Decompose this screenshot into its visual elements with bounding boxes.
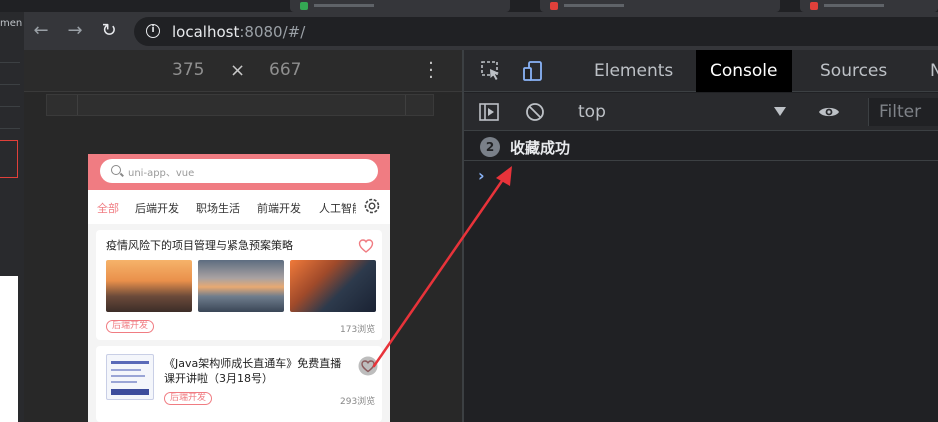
category-tab-career[interactable]: 职场生活: [196, 200, 240, 216]
inspect-element-icon[interactable]: [480, 60, 502, 82]
article-thumbnail-laptop: [290, 260, 376, 312]
doc-favicon-icon: [550, 2, 558, 10]
dimension-separator: ×: [230, 60, 246, 81]
article-feed: 疫情风险下的项目管理与紧急预案策略 后端开发 173浏览 《Java架构师成长直…: [88, 224, 390, 422]
tab-sources[interactable]: Sources: [806, 50, 901, 92]
address-bar: ← → ↻ i localhost:8080/#/: [0, 12, 938, 50]
background-window: men: [0, 12, 24, 422]
article-title: 疫情风险下的项目管理与紧急预案策略: [106, 239, 293, 252]
article-thumbnail-sunset: [198, 260, 284, 312]
article-views: 173浏览: [340, 325, 376, 335]
forward-arrow-icon[interactable]: →: [64, 20, 86, 42]
background-window-text: men: [0, 18, 23, 29]
url-text: localhost:8080/#/: [172, 23, 306, 41]
search-placeholder: uni-app、vue: [128, 168, 195, 179]
reload-icon[interactable]: ↻: [98, 20, 120, 42]
doc-favicon-icon: [810, 2, 818, 10]
gear-icon[interactable]: [362, 196, 382, 216]
search-icon: [111, 165, 121, 175]
context-selector[interactable]: top: [578, 102, 606, 122]
log-message: 收藏成功: [510, 139, 571, 157]
log-count-badge: 2: [480, 137, 500, 157]
background-window-panel: [0, 276, 18, 422]
heart-icon[interactable]: [358, 238, 374, 254]
tab-elements[interactable]: Elements: [580, 50, 687, 92]
article-thumbnail-city: [106, 260, 192, 312]
article-views: 293浏览: [340, 397, 376, 407]
eye-icon[interactable]: [818, 101, 840, 123]
article-tag[interactable]: 后端开发: [106, 320, 155, 333]
back-arrow-icon[interactable]: ←: [30, 20, 52, 42]
mobile-page: uni-app、vue 全部 后端开发 职场生活 前端开发 人工智能 疫情风险下…: [88, 154, 390, 422]
filter-placeholder: Filter: [879, 102, 922, 122]
url-input[interactable]: i localhost:8080/#/: [134, 17, 938, 46]
category-tab-frontend[interactable]: 前端开发: [257, 200, 301, 216]
console-prompt[interactable]: ›: [478, 166, 485, 185]
devtools-panel: Elements Console Sources N top Filter 2 …: [462, 50, 938, 422]
article-tag[interactable]: 后端开发: [164, 392, 213, 405]
article-thumbnail-poster: [106, 354, 154, 400]
site-info-icon[interactable]: i: [146, 24, 160, 38]
browser-tabstrip: [0, 0, 938, 12]
more-options-icon[interactable]: · · ·: [426, 55, 436, 87]
device-toolbar-icon[interactable]: [522, 60, 544, 82]
article-title: 《Java架构师成长直通车》免费直播 课开讲啦（3月18号）: [164, 357, 342, 385]
sheet-favicon-icon: [300, 2, 308, 10]
filter-input[interactable]: Filter: [868, 98, 938, 126]
article-card[interactable]: 《Java架构师成长直通车》免费直播 课开讲啦（3月18号） 后端开发 293浏…: [96, 346, 382, 422]
category-tabs: 全部 后端开发 职场生活 前端开发 人工智能: [88, 190, 390, 224]
chevron-down-icon[interactable]: [774, 107, 786, 116]
sidebar-toggle-icon[interactable]: [478, 101, 500, 123]
media-query-ruler[interactable]: [46, 94, 434, 116]
heart-icon-hovered[interactable]: [358, 356, 378, 376]
category-tab-ai[interactable]: 人工智能: [319, 200, 356, 216]
device-height-input[interactable]: 667: [269, 60, 301, 80]
tab-console[interactable]: Console: [696, 50, 792, 92]
browser-tab[interactable]: [540, 0, 780, 12]
device-toolbar: 375 × 667 · · ·: [24, 50, 462, 92]
devtools-tabbar: Elements Console Sources N: [464, 50, 938, 92]
device-width-input[interactable]: 375: [172, 60, 204, 80]
article-card[interactable]: 疫情风险下的项目管理与紧急预案策略 后端开发 173浏览: [96, 230, 382, 340]
console-log-row[interactable]: 2 收藏成功: [464, 133, 938, 161]
category-tab-backend[interactable]: 后端开发: [135, 200, 179, 216]
console-toolbar: top Filter: [464, 93, 938, 131]
browser-tab[interactable]: [290, 0, 510, 12]
search-input[interactable]: uni-app、vue: [100, 159, 378, 183]
category-tab-all[interactable]: 全部: [97, 200, 119, 216]
browser-tab[interactable]: [800, 0, 938, 12]
clear-console-icon[interactable]: [524, 101, 546, 123]
highlight-box: [0, 140, 18, 178]
search-header: uni-app、vue: [88, 154, 390, 190]
tab-network[interactable]: N: [916, 50, 938, 92]
